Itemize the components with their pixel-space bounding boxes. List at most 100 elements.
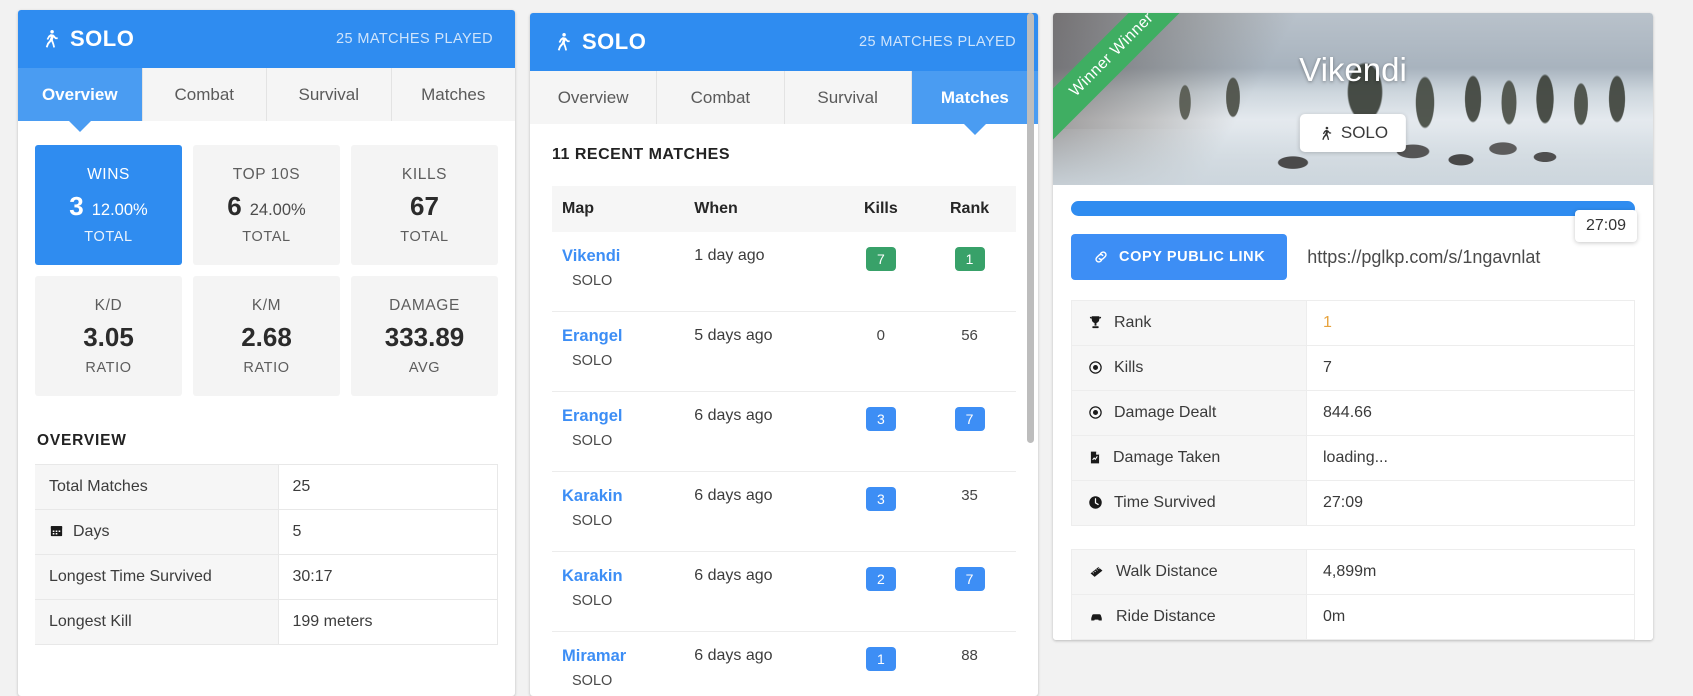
match-mode: SOLO [572,593,613,609]
target-icon [1088,360,1103,375]
table-row: Longest Kill 199 meters [35,599,498,645]
tab-overview[interactable]: Overview [18,68,143,132]
tab-combat-label: Combat [690,87,751,107]
stat-key: Rank [1114,314,1152,331]
match-map-cell: Vikendi SOLO [552,232,685,312]
match-map-link[interactable]: Karakin [562,487,674,506]
stat-value-wrap: 3 12.00% [69,191,147,222]
overview-table: Total Matches 25 Days 5 Longest Time Sur… [35,464,498,645]
stat-card-kills[interactable]: KILLS 67 TOTAL [351,145,498,265]
match-map-link[interactable]: Vikendi [562,247,674,266]
stat-sublabel: RATIO [85,359,132,376]
overview-panel-header: SOLO 25 MATCHES PLAYED [18,10,515,68]
stat-percent: 12.00% [91,200,148,219]
stat-percent: 24.00% [249,200,306,219]
tab-survival[interactable]: Survival [784,71,912,124]
stat-label: WINS [87,165,130,183]
stat-value: 0m [1306,594,1635,640]
stat-label: K/M [251,296,282,314]
tab-overview-label: Overview [41,84,118,104]
public-link-row: COPY PUBLIC LINK https://pglkp.com/s/1ng… [1053,216,1653,300]
stat-key: Walk Distance [1116,563,1218,580]
map-hero-image: Winner Winner Vikendi SOLO [1053,13,1653,185]
tab-survival[interactable]: Survival [267,68,392,121]
match-kills-cell: 1 [838,631,924,696]
public-url-text[interactable]: https://pglkp.com/s/1ngavnlat [1307,247,1540,268]
matches-scrollbar-thumb[interactable] [1027,13,1034,443]
car-icon [1088,610,1105,624]
matches-body: 11 RECENT MATCHES Map When Kills Rank Vi… [530,124,1038,696]
match-map-link[interactable]: Miramar [562,647,674,666]
stat-card-damage[interactable]: DAMAGE 333.89 AVG [351,276,498,396]
tab-matches-label: Matches [421,84,486,104]
table-row[interactable]: Miramar SOLO 6 days ago 1 88 [552,631,1016,696]
column-header-kills: Kills [838,186,924,232]
stat-value: 27:09 [1306,480,1635,526]
target-icon [1088,405,1103,420]
match-kills-cell: 3 [838,391,924,472]
rank-badge: 1 [954,247,985,271]
overview-panel: SOLO 25 MATCHES PLAYED Overview Combat S… [18,10,515,696]
column-header-when: When [684,186,839,232]
primary-stats-wrap: Rank 1 Kills 7 Damage Dealt 844.66 Damag… [1053,300,1653,640]
table-row[interactable]: Erangel SOLO 6 days ago 3 7 [552,391,1016,472]
table-row[interactable]: Vikendi SOLO 1 day ago 7 1 [552,232,1016,312]
tab-matches[interactable]: Matches [911,71,1038,135]
stat-card-kd[interactable]: K/D 3.05 RATIO [35,276,182,396]
column-header-map: Map [552,186,685,232]
table-row[interactable]: Erangel SOLO 5 days ago 0 56 [552,311,1016,392]
runner-icon [552,30,572,54]
overview-panel-title: SOLO [70,26,135,51]
stat-card-top10s[interactable]: TOP 10S 6 24.00% TOTAL [193,145,340,265]
survival-progress-bar[interactable] [1071,201,1635,216]
runner-icon [40,27,60,51]
overview-body: WINS 3 12.00% TOTAL TOP 10S 6 24.00% TOT… [18,121,515,645]
match-map-cell: Erangel SOLO [552,311,685,392]
overview-row-value: 5 [278,509,498,555]
stat-key: Damage Dealt [1114,404,1217,421]
stat-label: TOP 10S [232,165,301,183]
overview-row-key: Total Matches [35,464,279,510]
stat-value: loading... [1306,435,1635,481]
stat-label: KILLS [401,165,448,183]
tab-matches[interactable]: Matches [391,68,515,121]
match-map-link[interactable]: Erangel [562,327,674,346]
stat-card-wins[interactable]: WINS 3 12.00% TOTAL [35,145,182,265]
stat-key-cell: Damage Taken [1071,435,1307,481]
overview-row-value: 199 meters [278,599,498,645]
match-rank-cell: 7 [923,391,1016,472]
tab-combat[interactable]: Combat [142,68,267,121]
report-icon [1088,450,1102,465]
mode-chip-label: SOLO [1340,123,1389,142]
matches-table-header-row: Map When Kills Rank [552,186,1016,232]
rank-value: 88 [961,647,978,664]
match-detail-body: 27:09 COPY PUBLIC LINK https://pglkp.com… [1053,185,1653,640]
table-row: Rank 1 [1071,300,1635,346]
match-map-link[interactable]: Karakin [562,567,674,586]
table-row: Longest Time Survived 30:17 [35,554,498,600]
table-row: Kills 7 [1071,345,1635,391]
kills-badge: 3 [865,487,896,511]
recent-matches-title: 11 RECENT MATCHES [552,146,731,163]
match-distance-stats-table: Walk Distance 4,899m Ride Distance 0m [1071,549,1635,640]
stat-value: 333.89 [384,321,465,352]
match-rank-cell: 56 [923,311,1016,392]
stat-value-cell: 1 [1306,300,1635,346]
overview-matches-played: 25 MATCHES PLAYED [336,31,493,47]
tab-overview[interactable]: Overview [530,71,658,124]
table-row: Damage Dealt 844.66 [1071,390,1635,436]
match-detail-panel: Winner Winner Vikendi SOLO 27:09 COPY PU… [1053,13,1653,696]
stat-card-km[interactable]: K/M 2.68 RATIO [193,276,340,396]
match-when: 6 days ago [684,471,839,552]
map-name: Vikendi [1299,51,1407,88]
stat-value-wrap: 67 [410,191,439,222]
copy-public-link-button[interactable]: COPY PUBLIC LINK [1071,234,1288,280]
kills-value: 0 [876,327,886,344]
match-when: 6 days ago [684,551,839,632]
match-map-link[interactable]: Erangel [562,407,674,426]
table-row[interactable]: Karakin SOLO 6 days ago 2 7 [552,551,1016,632]
match-map-cell: Karakin SOLO [552,471,685,552]
tab-combat[interactable]: Combat [657,71,785,124]
table-row[interactable]: Karakin SOLO 6 days ago 3 35 [552,471,1016,552]
link-icon [1093,249,1109,265]
